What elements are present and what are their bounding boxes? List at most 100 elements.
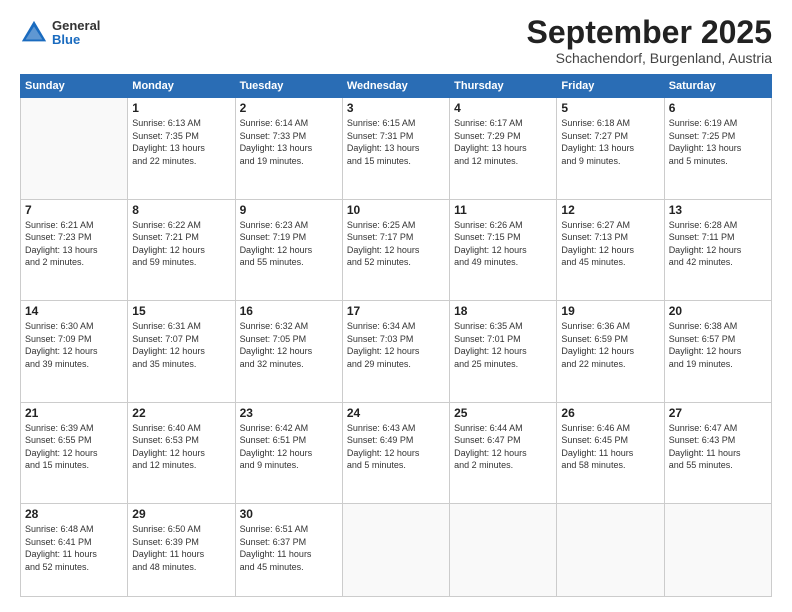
day-number: 18 (454, 304, 552, 318)
calendar-cell: 11 Sunrise: 6:26 AM Sunset: 7:15 PM Dayli… (450, 199, 557, 300)
day-number: 27 (669, 406, 767, 420)
calendar-cell: 14 Sunrise: 6:30 AM Sunset: 7:09 PM Dayli… (21, 301, 128, 402)
logo-text: General Blue (52, 19, 100, 48)
day-number: 17 (347, 304, 445, 318)
calendar-cell: 26 Sunrise: 6:46 AM Sunset: 6:45 PM Dayli… (557, 402, 664, 503)
weekday-header-thursday: Thursday (450, 75, 557, 98)
calendar-cell: 3Sunrise: 6:15 AM Sunset: 7:31 PM Daylig… (342, 98, 449, 199)
day-number: 14 (25, 304, 123, 318)
calendar-cell: 8 Sunrise: 6:22 AM Sunset: 7:21 PM Daylig… (128, 199, 235, 300)
day-info: Sunrise: 6:26 AM Sunset: 7:15 PM Dayligh… (454, 219, 552, 269)
day-info: Sunrise: 6:23 AM Sunset: 7:19 PM Dayligh… (240, 219, 338, 269)
day-info: Sunrise: 6:48 AM Sunset: 6:41 PM Dayligh… (25, 523, 123, 573)
calendar-cell: 10Sunrise: 6:25 AM Sunset: 7:17 PM Dayli… (342, 199, 449, 300)
page: General Blue September 2025 Schachendorf… (0, 0, 792, 612)
logo-blue: Blue (52, 33, 100, 47)
calendar-cell: 21Sunrise: 6:39 AM Sunset: 6:55 PM Dayli… (21, 402, 128, 503)
calendar-cell: 22 Sunrise: 6:40 AM Sunset: 6:53 PM Dayli… (128, 402, 235, 503)
day-number: 5 (561, 101, 659, 115)
day-number: 6 (669, 101, 767, 115)
calendar-cell: 12 Sunrise: 6:27 AM Sunset: 7:13 PM Dayli… (557, 199, 664, 300)
calendar-cell: 30 Sunrise: 6:51 AM Sunset: 6:37 PM Dayli… (235, 503, 342, 596)
day-number: 30 (240, 507, 338, 521)
day-info: Sunrise: 6:46 AM Sunset: 6:45 PM Dayligh… (561, 422, 659, 472)
day-info: Sunrise: 6:25 AM Sunset: 7:17 PM Dayligh… (347, 219, 445, 269)
day-number: 2 (240, 101, 338, 115)
day-info: Sunrise: 6:32 AM Sunset: 7:05 PM Dayligh… (240, 320, 338, 370)
weekday-header-wednesday: Wednesday (342, 75, 449, 98)
day-number: 15 (132, 304, 230, 318)
title-block: September 2025 Schachendorf, Burgenland,… (527, 15, 772, 66)
calendar-cell: 27 Sunrise: 6:47 AM Sunset: 6:43 PM Dayli… (664, 402, 771, 503)
day-number: 8 (132, 203, 230, 217)
logo: General Blue (20, 19, 100, 48)
calendar-cell: 17 Sunrise: 6:34 AM Sunset: 7:03 PM Dayli… (342, 301, 449, 402)
day-number: 29 (132, 507, 230, 521)
day-number: 12 (561, 203, 659, 217)
logo-icon (20, 19, 48, 47)
day-number: 7 (25, 203, 123, 217)
calendar-cell (557, 503, 664, 596)
day-number: 21 (25, 406, 123, 420)
calendar-cell (664, 503, 771, 596)
day-number: 26 (561, 406, 659, 420)
weekday-header-saturday: Saturday (664, 75, 771, 98)
day-number: 28 (25, 507, 123, 521)
day-info: Sunrise: 6:47 AM Sunset: 6:43 PM Dayligh… (669, 422, 767, 472)
weekday-header-friday: Friday (557, 75, 664, 98)
calendar-cell: 9Sunrise: 6:23 AM Sunset: 7:19 PM Daylig… (235, 199, 342, 300)
calendar-cell (21, 98, 128, 199)
calendar-cell: 15 Sunrise: 6:31 AM Sunset: 7:07 PM Dayli… (128, 301, 235, 402)
calendar-week-row: 14 Sunrise: 6:30 AM Sunset: 7:09 PM Dayli… (21, 301, 772, 402)
day-info: Sunrise: 6:43 AM Sunset: 6:49 PM Dayligh… (347, 422, 445, 472)
weekday-header-row: SundayMondayTuesdayWednesdayThursdayFrid… (21, 75, 772, 98)
calendar-cell: 1 Sunrise: 6:13 AM Sunset: 7:35 PM Daylig… (128, 98, 235, 199)
day-number: 3 (347, 101, 445, 115)
day-info: Sunrise: 6:42 AM Sunset: 6:51 PM Dayligh… (240, 422, 338, 472)
day-info: Sunrise: 6:18 AM Sunset: 7:27 PM Dayligh… (561, 117, 659, 167)
day-info: Sunrise: 6:35 AM Sunset: 7:01 PM Dayligh… (454, 320, 552, 370)
day-number: 19 (561, 304, 659, 318)
day-info: Sunrise: 6:51 AM Sunset: 6:37 PM Dayligh… (240, 523, 338, 573)
day-number: 16 (240, 304, 338, 318)
day-info: Sunrise: 6:28 AM Sunset: 7:11 PM Dayligh… (669, 219, 767, 269)
day-number: 11 (454, 203, 552, 217)
month-title: September 2025 (527, 15, 772, 50)
calendar-week-row: 28 Sunrise: 6:48 AM Sunset: 6:41 PM Dayli… (21, 503, 772, 596)
weekday-header-sunday: Sunday (21, 75, 128, 98)
weekday-header-tuesday: Tuesday (235, 75, 342, 98)
day-info: Sunrise: 6:34 AM Sunset: 7:03 PM Dayligh… (347, 320, 445, 370)
calendar-cell: 7 Sunrise: 6:21 AM Sunset: 7:23 PM Daylig… (21, 199, 128, 300)
calendar-cell: 6Sunrise: 6:19 AM Sunset: 7:25 PM Daylig… (664, 98, 771, 199)
calendar-cell: 28 Sunrise: 6:48 AM Sunset: 6:41 PM Dayli… (21, 503, 128, 596)
calendar-cell: 13Sunrise: 6:28 AM Sunset: 7:11 PM Dayli… (664, 199, 771, 300)
day-number: 22 (132, 406, 230, 420)
day-info: Sunrise: 6:22 AM Sunset: 7:21 PM Dayligh… (132, 219, 230, 269)
day-info: Sunrise: 6:13 AM Sunset: 7:35 PM Dayligh… (132, 117, 230, 167)
calendar-cell (450, 503, 557, 596)
calendar-week-row: 1 Sunrise: 6:13 AM Sunset: 7:35 PM Daylig… (21, 98, 772, 199)
day-number: 23 (240, 406, 338, 420)
day-number: 4 (454, 101, 552, 115)
day-info: Sunrise: 6:38 AM Sunset: 6:57 PM Dayligh… (669, 320, 767, 370)
day-info: Sunrise: 6:17 AM Sunset: 7:29 PM Dayligh… (454, 117, 552, 167)
day-number: 1 (132, 101, 230, 115)
calendar-cell: 4 Sunrise: 6:17 AM Sunset: 7:29 PM Daylig… (450, 98, 557, 199)
calendar-cell: 2 Sunrise: 6:14 AM Sunset: 7:33 PM Daylig… (235, 98, 342, 199)
calendar-week-row: 21Sunrise: 6:39 AM Sunset: 6:55 PM Dayli… (21, 402, 772, 503)
calendar-cell: 19Sunrise: 6:36 AM Sunset: 6:59 PM Dayli… (557, 301, 664, 402)
day-info: Sunrise: 6:30 AM Sunset: 7:09 PM Dayligh… (25, 320, 123, 370)
day-info: Sunrise: 6:44 AM Sunset: 6:47 PM Dayligh… (454, 422, 552, 472)
logo-general: General (52, 19, 100, 33)
day-info: Sunrise: 6:27 AM Sunset: 7:13 PM Dayligh… (561, 219, 659, 269)
calendar-cell (342, 503, 449, 596)
day-number: 20 (669, 304, 767, 318)
day-info: Sunrise: 6:14 AM Sunset: 7:33 PM Dayligh… (240, 117, 338, 167)
day-info: Sunrise: 6:21 AM Sunset: 7:23 PM Dayligh… (25, 219, 123, 269)
calendar-table: SundayMondayTuesdayWednesdayThursdayFrid… (20, 74, 772, 597)
header: General Blue September 2025 Schachendorf… (20, 15, 772, 66)
day-info: Sunrise: 6:40 AM Sunset: 6:53 PM Dayligh… (132, 422, 230, 472)
calendar-cell: 25Sunrise: 6:44 AM Sunset: 6:47 PM Dayli… (450, 402, 557, 503)
day-number: 24 (347, 406, 445, 420)
day-info: Sunrise: 6:31 AM Sunset: 7:07 PM Dayligh… (132, 320, 230, 370)
